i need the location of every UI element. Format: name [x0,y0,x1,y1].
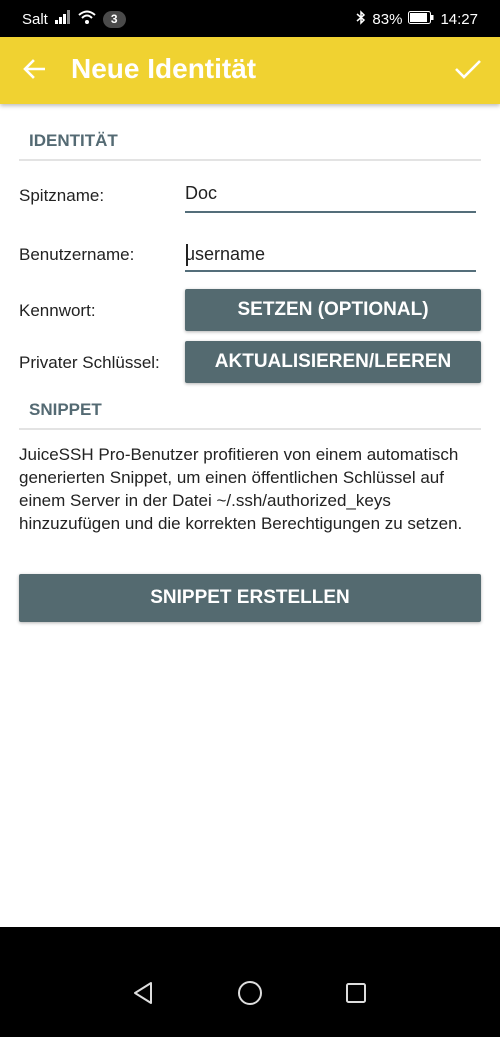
username-label: Benutzername: [19,245,135,264]
private-key-label: Privater Schlüssel: [19,353,160,372]
nickname-field[interactable]: Doc [185,181,476,213]
nav-back-button[interactable] [118,967,168,1023]
status-right: 83% 14:27 [356,10,478,29]
create-snippet-button[interactable]: SNIPPET ERSTELLEN [19,574,481,622]
bluetooth-icon [356,10,366,29]
snippet-section-header: SNIPPET [19,400,481,430]
signal-icon [54,10,71,28]
nickname-label: Spitzname: [19,186,105,205]
page-title: Neue Identität [71,53,257,84]
confirm-button[interactable] [448,51,488,91]
nav-recents-button[interactable] [331,967,381,1023]
status-left: Salt 3 [22,10,126,28]
carrier-name: Salt [22,10,48,28]
identity-header-label: IDENTITÄT [29,131,118,150]
back-triangle-icon [132,981,154,1010]
recents-square-icon [345,982,367,1009]
check-icon [454,58,482,85]
text-cursor [186,244,188,266]
back-button[interactable] [14,51,54,91]
battery-percent: 83% [372,11,403,28]
password-label: Kennwort: [19,301,96,320]
status-bar: Salt 3 83% 14:27 [0,0,500,37]
snippet-description: JuiceSSH Pro-Benutzer profitieren von ei… [19,445,463,533]
username-field[interactable]: username [185,240,476,272]
system-nav-bar [0,927,500,1037]
arrow-back-icon [23,58,46,84]
username-value: username [185,244,266,264]
update-private-key-button[interactable]: AKTUALISIEREN/LEEREN [185,341,481,383]
app-bar: Neue Identität [0,37,500,104]
clock: 14:27 [440,11,478,28]
nav-home-button[interactable] [225,967,275,1023]
battery-icon [408,11,434,28]
wifi-icon [78,10,96,28]
set-password-button[interactable]: SETZEN (OPTIONAL) [185,289,481,331]
nickname-value: Doc [185,183,218,203]
notification-badge: 3 [102,10,126,28]
snippet-header-label: SNIPPET [29,400,102,419]
identity-section-header: IDENTITÄT [19,131,481,161]
home-circle-icon [237,980,263,1011]
